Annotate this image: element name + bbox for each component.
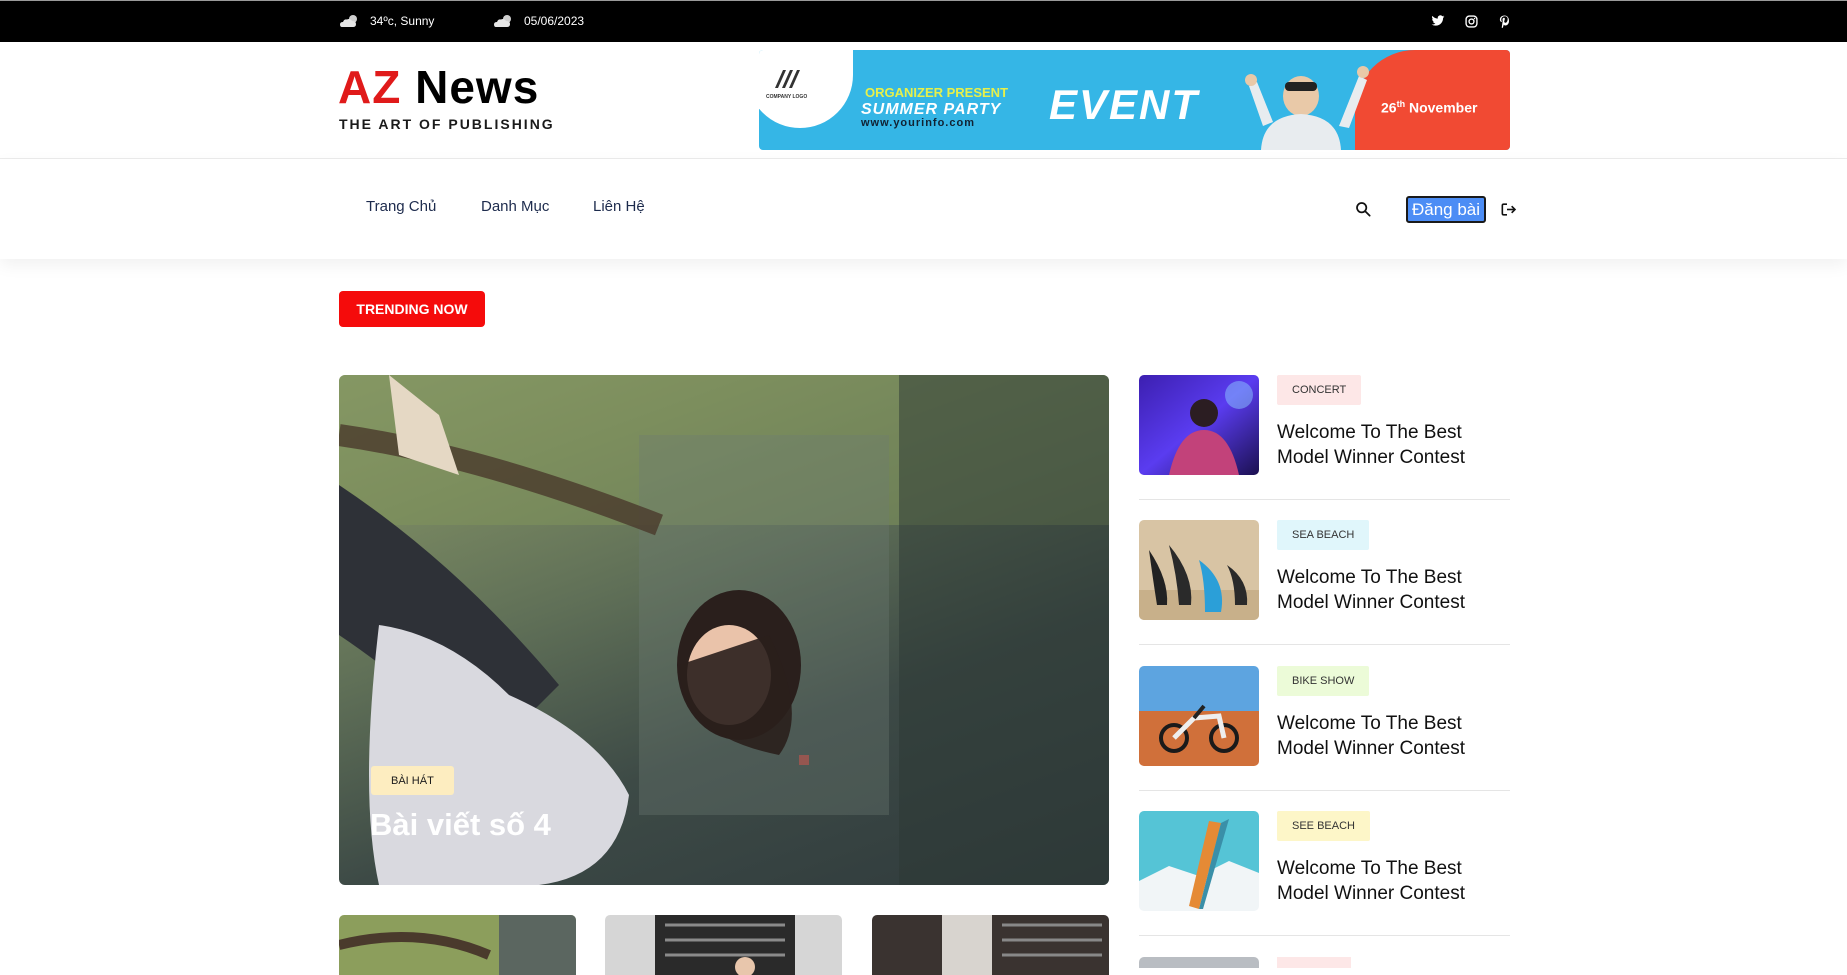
divider — [1139, 935, 1510, 936]
divider — [1139, 499, 1510, 500]
twitter-icon[interactable] — [1429, 12, 1447, 30]
article-title[interactable]: Welcome To The Best Model Winner Contest — [1277, 711, 1510, 761]
category-tag[interactable]: CONCERT — [1277, 375, 1362, 405]
divider — [1139, 644, 1510, 645]
article-thumbnail[interactable] — [339, 915, 576, 975]
hero-category-tag[interactable]: BÀI HÁT — [371, 766, 454, 795]
cloud-icon — [494, 15, 511, 27]
article-thumbnail[interactable] — [605, 915, 842, 975]
main-nav — [0, 159, 1847, 259]
trending-now-badge[interactable]: TRENDING NOW — [339, 291, 485, 327]
logo-az: AZ — [338, 61, 402, 113]
hero-title[interactable]: Bài viết số 4 — [370, 807, 551, 843]
event-banner[interactable]: COMPANY LOGO ORGANIZER PRESENT SUMMER PA… — [759, 50, 1510, 150]
category-tag[interactable]: BIKE SHOW — [1277, 666, 1370, 696]
site-logo[interactable]: AZ News — [338, 62, 539, 112]
divider — [1139, 790, 1510, 791]
top-bar — [0, 0, 1847, 42]
list-item[interactable]: SEA BEACH Welcome To The Best Model Winn… — [1139, 520, 1510, 666]
category-tag[interactable] — [1277, 957, 1351, 968]
instagram-icon[interactable] — [1462, 12, 1480, 30]
banner-organizer: ORGANIZER PRESENT — [865, 85, 1009, 100]
category-tag[interactable]: SEE BEACH — [1277, 811, 1370, 841]
weather-text: 34ºc, Sunny — [370, 14, 435, 28]
thumbnail-image[interactable] — [1139, 957, 1259, 968]
list-item[interactable]: CONCERT Welcome To The Best Model Winner… — [1139, 375, 1510, 521]
dj-figure-image — [1245, 66, 1369, 150]
banner-event: EVENT — [1049, 81, 1200, 128]
nav-item-home[interactable]: Trang Chủ — [366, 198, 436, 215]
list-item[interactable]: SEE BEACH Welcome To The Best Model Winn… — [1139, 811, 1510, 957]
company-logo-icon — [775, 70, 800, 88]
article-title[interactable]: Welcome To The Best Model Winner Contest — [1277, 420, 1510, 470]
post-article-button[interactable]: Đăng bài — [1406, 196, 1486, 223]
logo-news: News — [415, 61, 540, 113]
nav-item-contact[interactable]: Liên Hệ — [593, 198, 645, 215]
category-tag[interactable]: SEA BEACH — [1277, 520, 1370, 550]
list-item[interactable]: BIKE SHOW Welcome To The Best Model Winn… — [1139, 666, 1510, 812]
pinterest-icon[interactable] — [1495, 12, 1513, 30]
date-info: 05/06/2023 — [492, 11, 584, 31]
banner-date: 26th November — [1381, 99, 1478, 116]
thumbnail-image[interactable] — [1139, 811, 1259, 911]
article-thumbnail[interactable] — [872, 915, 1109, 975]
search-icon[interactable] — [1355, 201, 1371, 217]
thumbnail-image[interactable] — [1139, 666, 1259, 766]
thumbnail-image[interactable] — [1139, 520, 1259, 620]
banner-url: www.yourinfo.com — [861, 117, 975, 129]
company-logo-text: COMPANY LOGO — [766, 94, 808, 100]
article-title[interactable]: Welcome To The Best Model Winner Contest — [1277, 565, 1510, 615]
weather-info: 34ºc, Sunny — [338, 11, 434, 31]
thumbnail-image[interactable] — [1139, 375, 1259, 475]
logout-icon[interactable] — [1501, 202, 1517, 217]
site-tagline: THE ART OF PUBLISHING — [339, 116, 555, 132]
hero-article[interactable]: BÀI HÁT Bài viết số 4 — [339, 375, 1109, 885]
date-text: 05/06/2023 — [524, 14, 585, 28]
cloud-sun-icon — [340, 15, 357, 27]
article-title[interactable]: Welcome To The Best Model Winner Contest — [1277, 856, 1510, 906]
nav-item-categories[interactable]: Danh Mục — [481, 198, 549, 215]
